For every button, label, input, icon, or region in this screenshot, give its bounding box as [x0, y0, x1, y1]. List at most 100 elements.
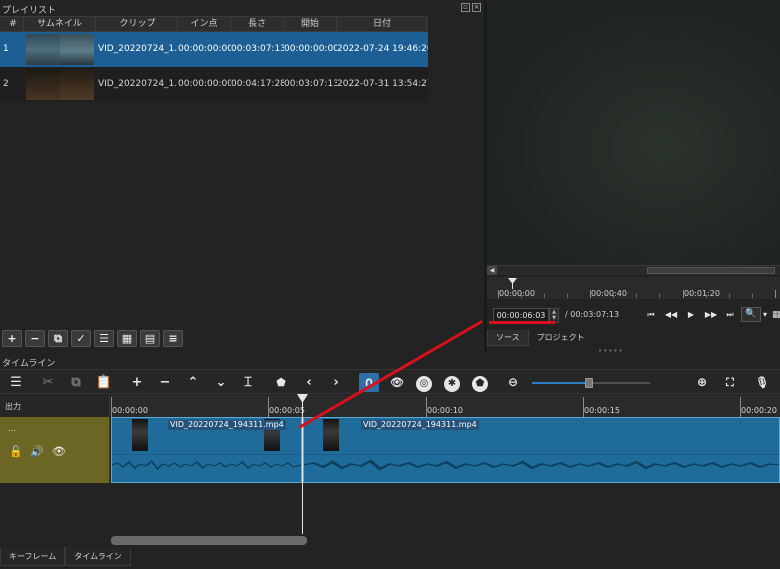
timeline-scroll-thumb[interactable] [111, 536, 307, 545]
row-number: 2 [3, 79, 9, 89]
preview-scroll-thumb[interactable] [647, 267, 775, 274]
row-start: 00:00:00:00 [284, 44, 337, 54]
playlist-row[interactable]: 1 VID_20220724_1... 00:00:00:00 00:03:07… [0, 32, 428, 67]
timeline-clip[interactable]: VID_20220724_194311.mp4 [111, 417, 302, 483]
timeline-menu-icon[interactable]: ☰ [6, 373, 26, 392]
row-thumbnail [24, 32, 96, 67]
list-view-icon[interactable]: ☰ [94, 330, 114, 347]
track-header-top: 出力 [0, 395, 110, 417]
row-date: 2022-07-24 19:46:20 [337, 44, 428, 54]
timeline-scrollbar[interactable] [111, 536, 780, 545]
close-icon[interactable]: × [472, 3, 481, 12]
update-icon[interactable]: ⧉ [48, 330, 68, 347]
row-clip-name: VID_20220724_1... [98, 44, 178, 54]
remove-icon[interactable]: − [25, 330, 45, 347]
float-icon[interactable]: ▫ [461, 3, 470, 12]
split-icon[interactable]: ⌶ [238, 373, 258, 392]
playlist-row[interactable]: 2 VID_20220724_1... 00:00:00:00 00:04:17… [0, 67, 428, 102]
icon-view-icon[interactable]: ▤ [140, 330, 160, 347]
preview-playhead[interactable] [508, 278, 517, 289]
playlist-title: プレイリスト [2, 6, 57, 16]
lock-icon[interactable]: 🔓 [9, 446, 23, 458]
tab-timeline[interactable]: タイムライン [65, 547, 131, 566]
zoom-menu-icon[interactable]: 🔍 [741, 307, 761, 322]
lift-icon[interactable]: ⌃ [183, 373, 203, 392]
zoom-in-icon[interactable]: ⊕ [692, 373, 712, 392]
transport-bar: 00:00:06:03 ▲ ▼ / 00:03:07:13 ⏮ ◀◀ ▶ ▶▶ ⏭… [487, 302, 780, 328]
menu-icon[interactable]: ≡ [163, 330, 183, 347]
zoom-slider-handle[interactable] [585, 378, 593, 388]
playlist-toolbar: + − ⧉ ✓ ☰ ▦ ▤ ≡ [0, 330, 183, 350]
timeline-ruler[interactable]: 00:00:00 00:00:05 00:00:10 00:00:15 00:0… [111, 395, 780, 417]
ruler-tick [659, 294, 660, 298]
tile-view-icon[interactable]: ▦ [117, 330, 137, 347]
skip-to-end-icon[interactable]: ⏭ [722, 308, 738, 322]
ripple-icon[interactable]: ◎ [414, 373, 434, 392]
video-preview[interactable] [487, 3, 780, 265]
tab-keyframes[interactable]: キーフレーム [0, 547, 66, 566]
ruler-tick [775, 290, 776, 298]
zoom-slider[interactable] [532, 378, 650, 388]
ripple-delete-icon[interactable]: − [155, 373, 175, 392]
playlist-panel: プレイリスト ▫ × # サムネイル クリップ イン点 長さ 開始 日付 1 V… [0, 0, 484, 352]
ruler-tick [729, 294, 730, 298]
column-header-in-point[interactable]: イン点 [178, 17, 231, 31]
marker-icon[interactable]: ⬟ [271, 373, 291, 392]
row-in-point: 00:00:00:00 [178, 79, 231, 89]
clip-thumbnail-in [132, 419, 148, 451]
column-header-thumbnail[interactable]: サムネイル [24, 17, 96, 31]
thumbnail-in-image [26, 69, 60, 100]
ripple-all-tracks-icon[interactable]: ✱ [442, 373, 462, 392]
rewind-icon[interactable]: ◀◀ [663, 308, 679, 322]
preview-ruler[interactable]: 00:00:00 00:00:40 00:01:20 [487, 277, 780, 299]
snap-icon[interactable]: ∩ [359, 373, 379, 392]
splitter-handle[interactable]: ••••• [598, 347, 624, 355]
column-header-start[interactable]: 開始 [284, 17, 337, 31]
previous-marker-icon[interactable]: ‹ [299, 373, 319, 392]
column-header-length[interactable]: 長さ [231, 17, 284, 31]
annotation-underline [489, 321, 555, 324]
overwrite-icon[interactable]: ⌄ [211, 373, 231, 392]
cut-icon[interactable]: ✂ [38, 373, 58, 392]
skip-to-start-icon[interactable]: ⏮ [643, 308, 659, 322]
ruler-label: 00:00:00 [499, 289, 535, 298]
timeline-title: タイムライン [2, 359, 56, 369]
grid-icon[interactable]: ▦ [772, 308, 780, 322]
audio-waveform [304, 459, 779, 471]
zoom-out-icon[interactable]: ⊖ [503, 373, 523, 392]
add-icon[interactable]: + [2, 330, 22, 347]
track-name[interactable]: ... [8, 424, 16, 433]
ripple-markers-icon[interactable]: ⬟ [470, 373, 490, 392]
copy-icon[interactable]: ⧉ [66, 373, 86, 392]
column-header-number[interactable]: # [0, 17, 24, 31]
check-icon[interactable]: ✓ [71, 330, 91, 347]
append-icon[interactable]: + [127, 373, 147, 392]
row-in-point: 00:00:00:00 [178, 44, 231, 54]
ruler-label: 00:00:05 [269, 406, 305, 415]
timeline-playhead[interactable] [302, 402, 303, 534]
tab-source[interactable]: ソース [487, 330, 529, 346]
next-marker-icon[interactable]: › [326, 373, 346, 392]
visibility-icon[interactable]: 👁 [52, 446, 66, 458]
timeline-clip[interactable]: VID_20220724_194311.mp4 [303, 417, 780, 483]
audio-waveform [112, 459, 301, 471]
paste-icon[interactable]: 📋 [94, 373, 114, 392]
fast-forward-icon[interactable]: ▶▶ [703, 308, 719, 322]
mute-icon[interactable]: 🔊 [30, 446, 44, 458]
microphone-icon[interactable]: 🎙 [752, 373, 772, 392]
ruler-label: 00:00:10 [427, 406, 463, 415]
timeline-empty-area[interactable] [0, 484, 780, 536]
track-header[interactable]: ... 🔓 🔊 👁 [0, 417, 110, 483]
scroll-left-icon[interactable]: ◀ [487, 266, 497, 275]
zoom-fit-icon[interactable]: ⛶ [720, 373, 740, 392]
row-date: 2022-07-31 13:54:27 [337, 79, 428, 89]
thumbnail-out-image [60, 34, 94, 65]
video-track[interactable]: VID_20220724_194311.mp4 VID_20220724_194… [111, 417, 780, 483]
tab-project[interactable]: プロジェクト [529, 330, 593, 346]
preview-scrollbar[interactable]: ◀ [487, 265, 780, 275]
play-icon[interactable]: ▶ [683, 308, 699, 322]
chevron-down-icon[interactable]: ▾ [760, 308, 770, 322]
scrub-icon[interactable]: 👁 [387, 373, 407, 392]
column-header-clip[interactable]: クリップ [96, 17, 178, 31]
column-header-date[interactable]: 日付 [337, 17, 428, 31]
